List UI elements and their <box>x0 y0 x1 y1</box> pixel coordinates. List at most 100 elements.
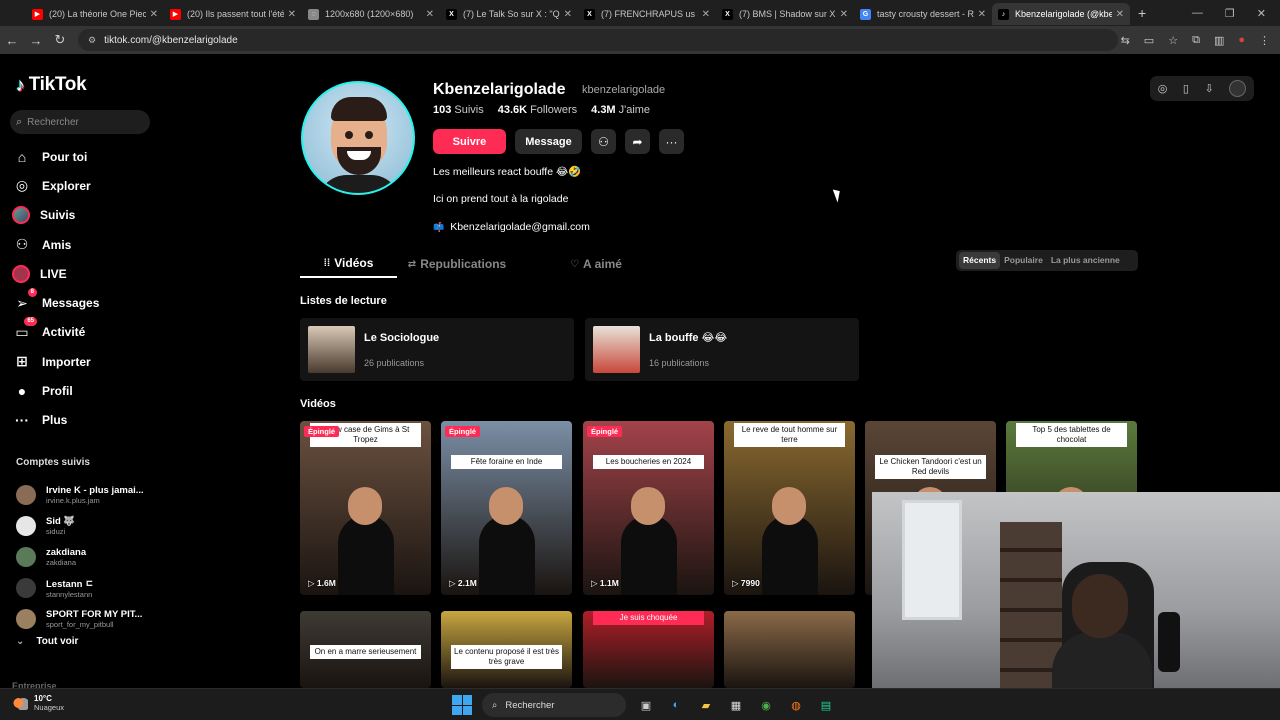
profile-tabs: ⁞⁞ Vidéos ⇄ Republications ♡ A aimé <box>300 250 651 278</box>
profile-avatar[interactable] <box>301 81 415 195</box>
weather-widget[interactable]: 10°C Nuageux <box>12 694 64 712</box>
cast-icon[interactable]: ▭ <box>1144 34 1154 47</box>
url-field[interactable]: ⚙ tiktok.com/@kbenzelarigolade <box>78 29 1118 51</box>
close-tab-icon[interactable]: ✕ <box>426 9 434 20</box>
sidebar-item-suivis[interactable]: Suivis <box>12 201 99 230</box>
new-tab-button[interactable]: + <box>1138 5 1146 21</box>
streamer-webcam-overlay <box>872 492 1280 688</box>
avatar-hair <box>331 97 387 121</box>
close-tab-icon[interactable]: ✕ <box>702 9 710 20</box>
browser-tab[interactable]: ♪ Kbenzelarigolade (@kben ✕ <box>992 3 1130 25</box>
reload-icon[interactable]: ↻ <box>48 32 72 48</box>
following-stat[interactable]: 103 Suivis <box>433 104 484 116</box>
search-input[interactable]: ⌕ Rechercher <box>10 110 150 134</box>
video-thumbnail[interactable]: Le reve de tout homme sur terre ▷ 7990 <box>724 421 855 595</box>
coins-icon[interactable]: ◎ <box>1158 82 1168 95</box>
user-avatar-icon[interactable] <box>1229 80 1247 97</box>
browser-tab[interactable]: Gtasty crousty dessert - Re ✕ <box>854 3 992 25</box>
playlist-card[interactable]: Le Sociologue 26 publications <box>300 318 574 381</box>
chrome-icon[interactable]: ◉ <box>756 695 776 715</box>
firefox-icon[interactable]: ◍ <box>786 695 806 715</box>
close-window-icon[interactable]: ✕ <box>1257 7 1266 20</box>
sort-option[interactable]: Récents <box>959 252 1001 269</box>
app-green-icon[interactable]: ▤ <box>816 695 836 715</box>
close-tab-icon[interactable]: ✕ <box>840 9 848 20</box>
view-count-value: 7990 <box>740 578 760 588</box>
message-button[interactable]: Message <box>515 129 582 154</box>
tab-repost[interactable]: ⇄ Republications <box>397 250 517 278</box>
site-info-icon[interactable]: ⚙ <box>88 35 96 46</box>
browser-tab[interactable]: ▶ (20) Ils passent tout l'été ✕ <box>164 3 302 25</box>
share-icon[interactable]: ➦ <box>625 129 650 154</box>
windows-start-icon[interactable] <box>452 695 472 715</box>
close-tab-icon[interactable]: ✕ <box>978 9 986 20</box>
task-view-icon[interactable]: ▣ <box>636 695 656 715</box>
followed-account[interactable]: SPORT FOR MY PIT... sport_for_my_pitbull <box>16 603 144 634</box>
followed-account[interactable]: zakdiana zakdiana <box>16 541 144 572</box>
tab-title: (20) Ils passent tout l'été <box>187 9 284 19</box>
sort-option[interactable]: Populaire <box>1000 252 1047 269</box>
see-all-link[interactable]: ⌄ Tout voir <box>16 636 78 647</box>
sidebar-item-pourtoi[interactable]: ⌂ Pour toi <box>12 142 99 171</box>
sidebar-item-messages[interactable]: ➢ 8 Messages <box>12 288 99 317</box>
video-thumbnail[interactable]: Le contenu proposé il est très très grav… <box>441 611 572 688</box>
sidebar-item-importer[interactable]: ⊞ Importer <box>12 347 99 376</box>
followers-stat[interactable]: 43.6K Followers <box>498 104 577 116</box>
tab-title: (20) La théorie One Piece <box>49 9 146 19</box>
bookmark-star-icon[interactable]: ☆ <box>1168 34 1178 47</box>
profile-avatar-icon[interactable]: ● <box>1238 34 1245 46</box>
video-thumbnail[interactable]: Je suis choquée <box>583 611 714 688</box>
file-explorer-icon[interactable]: ▰ <box>696 695 716 715</box>
close-tab-icon[interactable]: ✕ <box>1116 9 1124 20</box>
avatar-eye-right <box>365 131 373 139</box>
browser-tab[interactable]: X (7) Le Talk So sur X : "Qui ✕ <box>440 3 578 25</box>
sidepanel-icon[interactable]: ▥ <box>1214 34 1224 47</box>
tab-grid[interactable]: ⁞⁞ Vidéos <box>300 250 397 278</box>
browser-tab[interactable]: X (7) BMS | Shadow sur X : ✕ <box>716 3 854 25</box>
video-thumbnail[interactable]: Fête foraine en Inde Épinglé ▷ 2.1M <box>441 421 572 595</box>
tiktok-logo[interactable]: ♪ TikTok <box>16 74 87 96</box>
maximize-icon[interactable]: ❐ <box>1225 7 1235 20</box>
video-caption: Le Chicken Tandoori c'est un Red devils <box>875 455 986 479</box>
video-thumbnail[interactable]: Les boucheries en 2024 Épinglé ▷ 1.1M <box>583 421 714 595</box>
playlist-name: Le Sociologue <box>364 331 440 344</box>
sidebar-item-explorer[interactable]: ◎ Explorer <box>12 171 99 200</box>
browser-tab[interactable]: ▶ (20) La théorie One Piece ✕ <box>26 3 164 25</box>
close-tab-icon[interactable]: ✕ <box>288 9 296 20</box>
more-options-icon[interactable]: ··· <box>659 129 684 154</box>
forward-icon[interactable]: → <box>24 33 48 48</box>
close-tab-icon[interactable]: ✕ <box>150 9 158 20</box>
extensions-icon[interactable]: ⧉ <box>1192 34 1200 47</box>
device-icon[interactable]: ▯ <box>1183 82 1189 95</box>
minimize-icon[interactable]: — <box>1192 7 1203 19</box>
edge-icon[interactable]: ◐ <box>666 695 686 715</box>
avatar <box>16 577 36 598</box>
followed-account[interactable]: Sid 🐺 siduzi <box>16 510 144 541</box>
sidebar-item-amis[interactable]: ⚇ Amis <box>12 230 99 259</box>
webcam-streamer-body <box>1052 632 1152 688</box>
browser-tab[interactable]: X (7) FRENCHRAPUS us sur ✕ <box>578 3 716 25</box>
add-friend-icon[interactable]: ⚇ <box>591 129 616 154</box>
follow-button[interactable]: Suivre <box>433 129 506 154</box>
tab-heart[interactable]: ♡ A aimé <box>541 250 651 278</box>
sort-option[interactable]: La plus ancienne <box>1047 252 1124 269</box>
taskbar-search[interactable]: ⌕ Rechercher <box>482 693 626 717</box>
translate-icon[interactable]: ⇆ <box>1121 34 1130 47</box>
followed-account[interactable]: Lestann ㄷ stannylestann <box>16 572 144 603</box>
sidebar-item-plus[interactable]: ··· Plus <box>12 406 99 435</box>
sidebar-item-profil[interactable]: ● Profil <box>12 376 99 405</box>
followed-account[interactable]: Irvine K - plus jamai... irvine.k.plus.ja… <box>16 479 144 510</box>
download-icon[interactable]: ⇩ <box>1204 82 1213 95</box>
video-thumbnail[interactable]: On en a marre serieusement <box>300 611 431 688</box>
store-icon[interactable]: ▦ <box>726 695 746 715</box>
browser-tab[interactable]: ◌ 1200x680 (1200×680) ✕ <box>302 3 440 25</box>
playlist-card[interactable]: La bouffe 😂😂 16 publications <box>585 318 859 381</box>
video-thumbnail[interactable]: Show case de Gims à St Tropez Épinglé ▷ 1.… <box>300 421 431 595</box>
video-caption: Le reve de tout homme sur terre <box>734 423 845 447</box>
sidebar-item-activit[interactable]: ▭ 65 Activité <box>12 317 99 347</box>
sidebar-item-live[interactable]: LIVE <box>12 259 99 288</box>
close-tab-icon[interactable]: ✕ <box>564 9 572 20</box>
video-thumbnail[interactable] <box>724 611 855 688</box>
browser-menu-icon[interactable]: ⋮ <box>1259 34 1270 47</box>
back-icon[interactable]: ← <box>0 33 24 48</box>
